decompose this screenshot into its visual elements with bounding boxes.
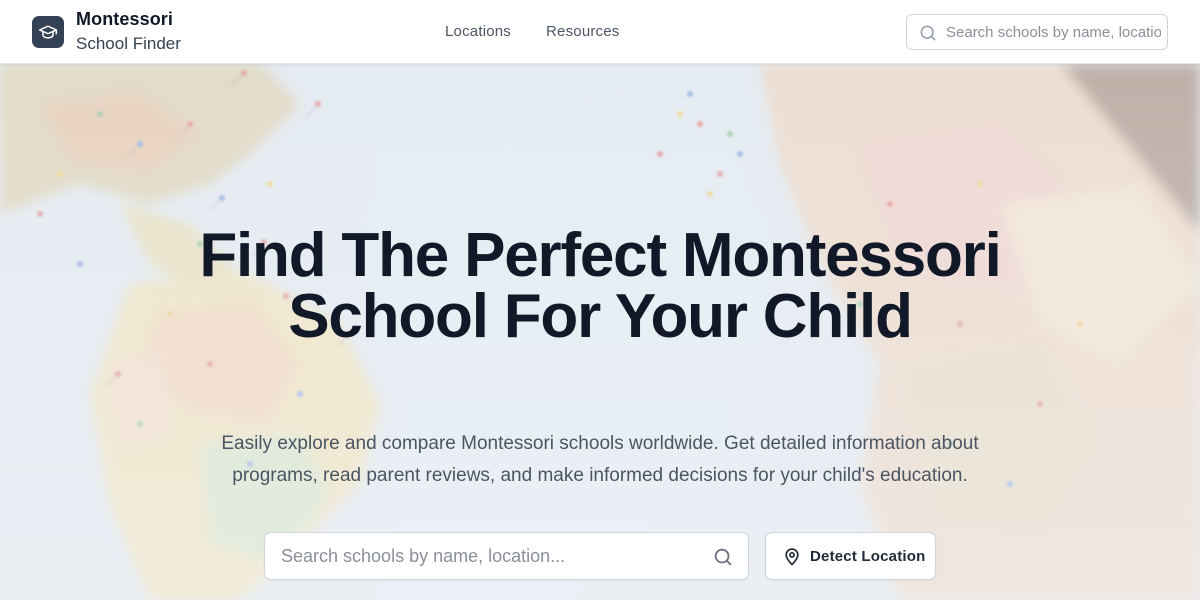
hero-title: Find The Perfect Montessori School For Y… xyxy=(199,221,1001,351)
hero-search-input[interactable] xyxy=(281,533,701,579)
map-pin-icon xyxy=(785,548,799,566)
hero-subtitle: Easily explore and compare Montessori sc… xyxy=(221,433,979,486)
brand-name[interactable]: Montessori xyxy=(76,9,173,30)
detect-location-label: Detect Location xyxy=(810,548,926,565)
brand-tagline[interactable]: School Finder xyxy=(76,34,181,54)
hero-search-box[interactable] xyxy=(264,532,749,580)
nav-link-locations[interactable]: Locations xyxy=(445,23,511,40)
search-icon xyxy=(920,25,936,41)
hero-section: Find The Perfect Montessori School For Y… xyxy=(0,64,1200,600)
graduation-cap-icon xyxy=(38,25,58,39)
search-icon[interactable] xyxy=(712,546,734,568)
header-search-box[interactable] xyxy=(906,14,1168,50)
detect-location-button[interactable]: Detect Location xyxy=(765,532,936,580)
top-navigation-bar: Montessori School Finder Locations Resou… xyxy=(0,0,1200,64)
logo[interactable] xyxy=(32,16,64,48)
header-search-input[interactable] xyxy=(946,15,1161,49)
nav-link-resources[interactable]: Resources xyxy=(546,23,620,40)
